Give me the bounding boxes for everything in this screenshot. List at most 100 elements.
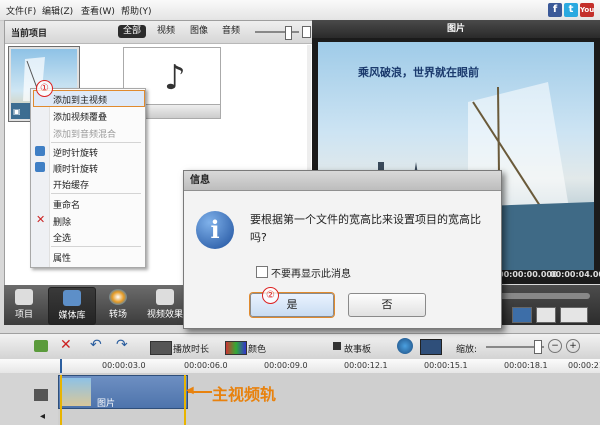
- ruler-tick: 00:00:09.0: [264, 361, 308, 370]
- filter-all[interactable]: 全部: [118, 25, 147, 38]
- menu-item-rename[interactable]: 重命名: [53, 198, 80, 211]
- ruler-tick: 00:00:06.0: [184, 361, 228, 370]
- annotation-circle-1: ①: [36, 80, 53, 97]
- menu-bar: 文件(F) 编辑(Z) 查看(W) 帮助(Y) f t You: [0, 0, 600, 21]
- menu-item-add-video-overlay[interactable]: 添加视频覆叠: [53, 110, 107, 123]
- tab-video-effects[interactable]: 视频效果: [142, 287, 188, 323]
- delete-x-icon: ✕: [36, 213, 46, 226]
- thumb-size-handle[interactable]: [285, 26, 292, 40]
- media-library-icon: [63, 290, 81, 306]
- info-icon: i: [196, 211, 234, 249]
- menu-item-start-cache[interactable]: 开始缓存: [53, 178, 89, 191]
- redo-icon[interactable]: ↷: [116, 337, 128, 353]
- menu-item-add-audio-mix: 添加到音频混合: [53, 130, 117, 140]
- menu-item-rotate-ccw[interactable]: 逆时针旋转: [53, 146, 98, 159]
- record-icon[interactable]: [397, 338, 413, 354]
- timeline-tracks: ◂ 图片 ◀ 主视频轨: [0, 373, 600, 425]
- dialog-message: 要根据第一个文件的宽高比来设置项目的宽高比吗?: [250, 213, 481, 244]
- track-header: ◂: [0, 373, 58, 425]
- ruler-tick: 00:00:15.1: [424, 361, 468, 370]
- project-panel-header: 当前项目 全部 视频 图像 音频: [5, 21, 313, 44]
- filter-video[interactable]: 视频: [152, 25, 180, 38]
- dialog-title: 信息: [184, 171, 501, 191]
- tab-transitions[interactable]: 转场: [100, 287, 136, 323]
- video-track-icon: [34, 389, 48, 401]
- time-readout: 00:00:00.000 00:00:04.000: [498, 270, 600, 282]
- main-video-clip[interactable]: 图片: [58, 375, 188, 409]
- menu-item-properties[interactable]: 属性: [53, 251, 71, 264]
- video-effects-icon: [156, 289, 174, 305]
- youtube-icon[interactable]: You: [580, 3, 594, 17]
- ruler-tick: 00:00:03.0: [102, 361, 146, 370]
- menu-item-add-to-main-video[interactable]: 添加到主视频: [53, 93, 107, 106]
- monitor-icon[interactable]: [420, 339, 442, 355]
- info-dialog: 信息 i 要根据第一个文件的宽高比来设置项目的宽高比吗? 不要再显示此消息 是 …: [183, 170, 502, 329]
- filter-image[interactable]: 图像: [185, 25, 213, 38]
- zoom-in-icon[interactable]: +: [566, 339, 580, 353]
- clip-end-marker: [184, 375, 186, 425]
- arrow-head-icon: ◀: [186, 385, 194, 396]
- clip-thumbnail: [61, 378, 91, 406]
- annotation-circle-2: ②: [262, 287, 279, 304]
- transition-icon: [109, 289, 127, 305]
- time-total: 00:00:04.000: [550, 270, 600, 279]
- tab-transitions-label: 转场: [108, 310, 127, 320]
- tab-video-effects-label: 视频效果: [146, 310, 183, 320]
- color-icon: [225, 341, 247, 355]
- menu-help[interactable]: 帮助(Y): [121, 4, 152, 17]
- audio-track-icon: ◂: [40, 411, 46, 422]
- tab-media-library[interactable]: 媒体库: [48, 287, 96, 325]
- color-button[interactable]: 颜色: [248, 342, 266, 355]
- zoom-slider-handle[interactable]: [534, 340, 542, 354]
- rotate-ccw-icon: [35, 146, 45, 156]
- playhead[interactable]: [60, 359, 62, 373]
- time-current: 00:00:00.000: [498, 270, 558, 279]
- menu-item-select-all[interactable]: 全选: [53, 231, 71, 244]
- music-note-icon: ♪: [164, 58, 186, 98]
- playback-duration-button[interactable]: 播放时长: [173, 342, 209, 355]
- view-toggle-icon[interactable]: [302, 26, 311, 38]
- project-icon: [15, 289, 33, 305]
- ruler-tick: 00:00:21.1: [568, 361, 600, 370]
- tab-project[interactable]: 项目: [6, 287, 42, 323]
- camera-icon[interactable]: [536, 307, 556, 323]
- no-button[interactable]: 否: [348, 293, 426, 317]
- tab-media-library-label: 媒体库: [58, 311, 86, 321]
- facebook-icon[interactable]: f: [548, 3, 562, 17]
- menu-separator: [51, 193, 141, 194]
- menu-view[interactable]: 查看(W): [81, 4, 115, 17]
- dont-show-again-label: 不要再显示此消息: [271, 269, 351, 280]
- menu-edit[interactable]: 编辑(Z): [42, 4, 73, 17]
- menu-file[interactable]: 文件(F): [6, 4, 36, 17]
- main-track-annotation: 主视频轨: [212, 385, 277, 404]
- ruler-tick: 00:00:18.1: [504, 361, 548, 370]
- tab-project-label: 项目: [14, 310, 33, 320]
- storyboard-button[interactable]: 故事板: [344, 342, 371, 355]
- project-panel-title: 当前项目: [11, 29, 48, 39]
- filter-audio[interactable]: 音频: [217, 25, 245, 38]
- menu-item-rotate-cw[interactable]: 顺时针旋转: [53, 162, 98, 175]
- menu-item-delete[interactable]: 删除: [53, 215, 71, 228]
- dont-show-again-checkbox[interactable]: [256, 266, 268, 278]
- rotate-cw-icon: [35, 162, 45, 172]
- context-menu-icon-column: [31, 89, 50, 267]
- duration-icon: [150, 341, 172, 355]
- preview-title: 图片: [312, 20, 600, 38]
- zoom-label: 缩放:: [456, 345, 478, 355]
- clip-label: 图片: [97, 399, 116, 409]
- volume-icon[interactable]: [560, 307, 588, 323]
- undo-icon[interactable]: ↶: [90, 337, 102, 353]
- storyboard-view-icon[interactable]: [512, 307, 532, 323]
- image-type-icon: ▣: [13, 107, 21, 116]
- clip-start-marker: [60, 375, 62, 425]
- add-to-timeline-icon[interactable]: [34, 340, 48, 352]
- ruler-tick: 00:00:12.1: [344, 361, 388, 370]
- twitter-icon[interactable]: t: [564, 3, 578, 17]
- storyboard-icon: [333, 342, 341, 350]
- menu-separator: [51, 142, 141, 143]
- timeline-ruler[interactable]: 00:00:03.0 00:00:06.0 00:00:09.0 00:00:1…: [0, 359, 600, 374]
- thumb-size-slider[interactable]: [255, 31, 299, 33]
- context-menu: 添加到主视频 添加视频覆叠 添加到音频混合 逆时针旋转 顺时针旋转 开始缓存 重…: [30, 88, 146, 268]
- delete-icon[interactable]: ✕: [60, 337, 72, 353]
- zoom-out-icon[interactable]: −: [548, 339, 562, 353]
